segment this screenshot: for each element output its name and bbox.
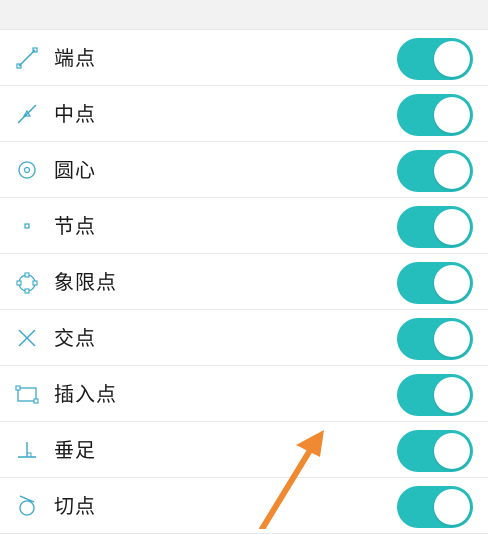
quadrant-toggle[interactable] [397, 262, 473, 304]
snap-label: 节点 [54, 214, 96, 238]
toggle-knob [434, 265, 470, 301]
midpoint-toggle[interactable] [397, 94, 473, 136]
snap-row-insertion: 插入点 [0, 366, 488, 422]
snap-row-intersection: 交点 [0, 310, 488, 366]
snap-label: 切点 [54, 494, 96, 518]
insertion-toggle[interactable] [397, 374, 473, 416]
center-icon [14, 157, 40, 183]
endpoint-toggle[interactable] [397, 38, 473, 80]
snap-row-endpoint: 端点 [0, 30, 488, 86]
snap-row-tangent: 切点 [0, 478, 488, 534]
snap-label: 交点 [54, 326, 96, 350]
snap-label: 象限点 [54, 270, 117, 294]
insertion-icon [14, 381, 40, 407]
toggle-knob [434, 433, 470, 469]
toggle-knob [434, 377, 470, 413]
center-toggle[interactable] [397, 150, 473, 192]
top-bar [0, 0, 488, 30]
toggle-knob [434, 153, 470, 189]
snap-row-center: 圆心 [0, 142, 488, 198]
snap-label: 垂足 [54, 438, 96, 462]
toggle-knob [434, 97, 470, 133]
node-icon [14, 213, 40, 239]
tangent-icon [14, 493, 40, 519]
snap-row-midpoint: 中点 [0, 86, 488, 142]
toggle-knob [434, 321, 470, 357]
toggle-knob [434, 41, 470, 77]
intersection-icon [14, 325, 40, 351]
snap-label: 圆心 [54, 158, 96, 182]
quadrant-icon [14, 269, 40, 295]
snap-row-node: 节点 [0, 198, 488, 254]
perpendicular-toggle[interactable] [397, 430, 473, 472]
snap-row-quadrant: 象限点 [0, 254, 488, 310]
endpoint-icon [14, 45, 40, 71]
midpoint-icon [14, 101, 40, 127]
node-toggle[interactable] [397, 206, 473, 248]
snap-row-perpendicular: 垂足 [0, 422, 488, 478]
tangent-toggle[interactable] [397, 486, 473, 528]
snap-label: 插入点 [54, 382, 117, 406]
intersection-toggle[interactable] [397, 318, 473, 360]
snap-label: 端点 [54, 46, 96, 70]
perpendicular-icon [14, 437, 40, 463]
toggle-knob [434, 489, 470, 525]
toggle-knob [434, 209, 470, 245]
snap-label: 中点 [54, 102, 96, 126]
